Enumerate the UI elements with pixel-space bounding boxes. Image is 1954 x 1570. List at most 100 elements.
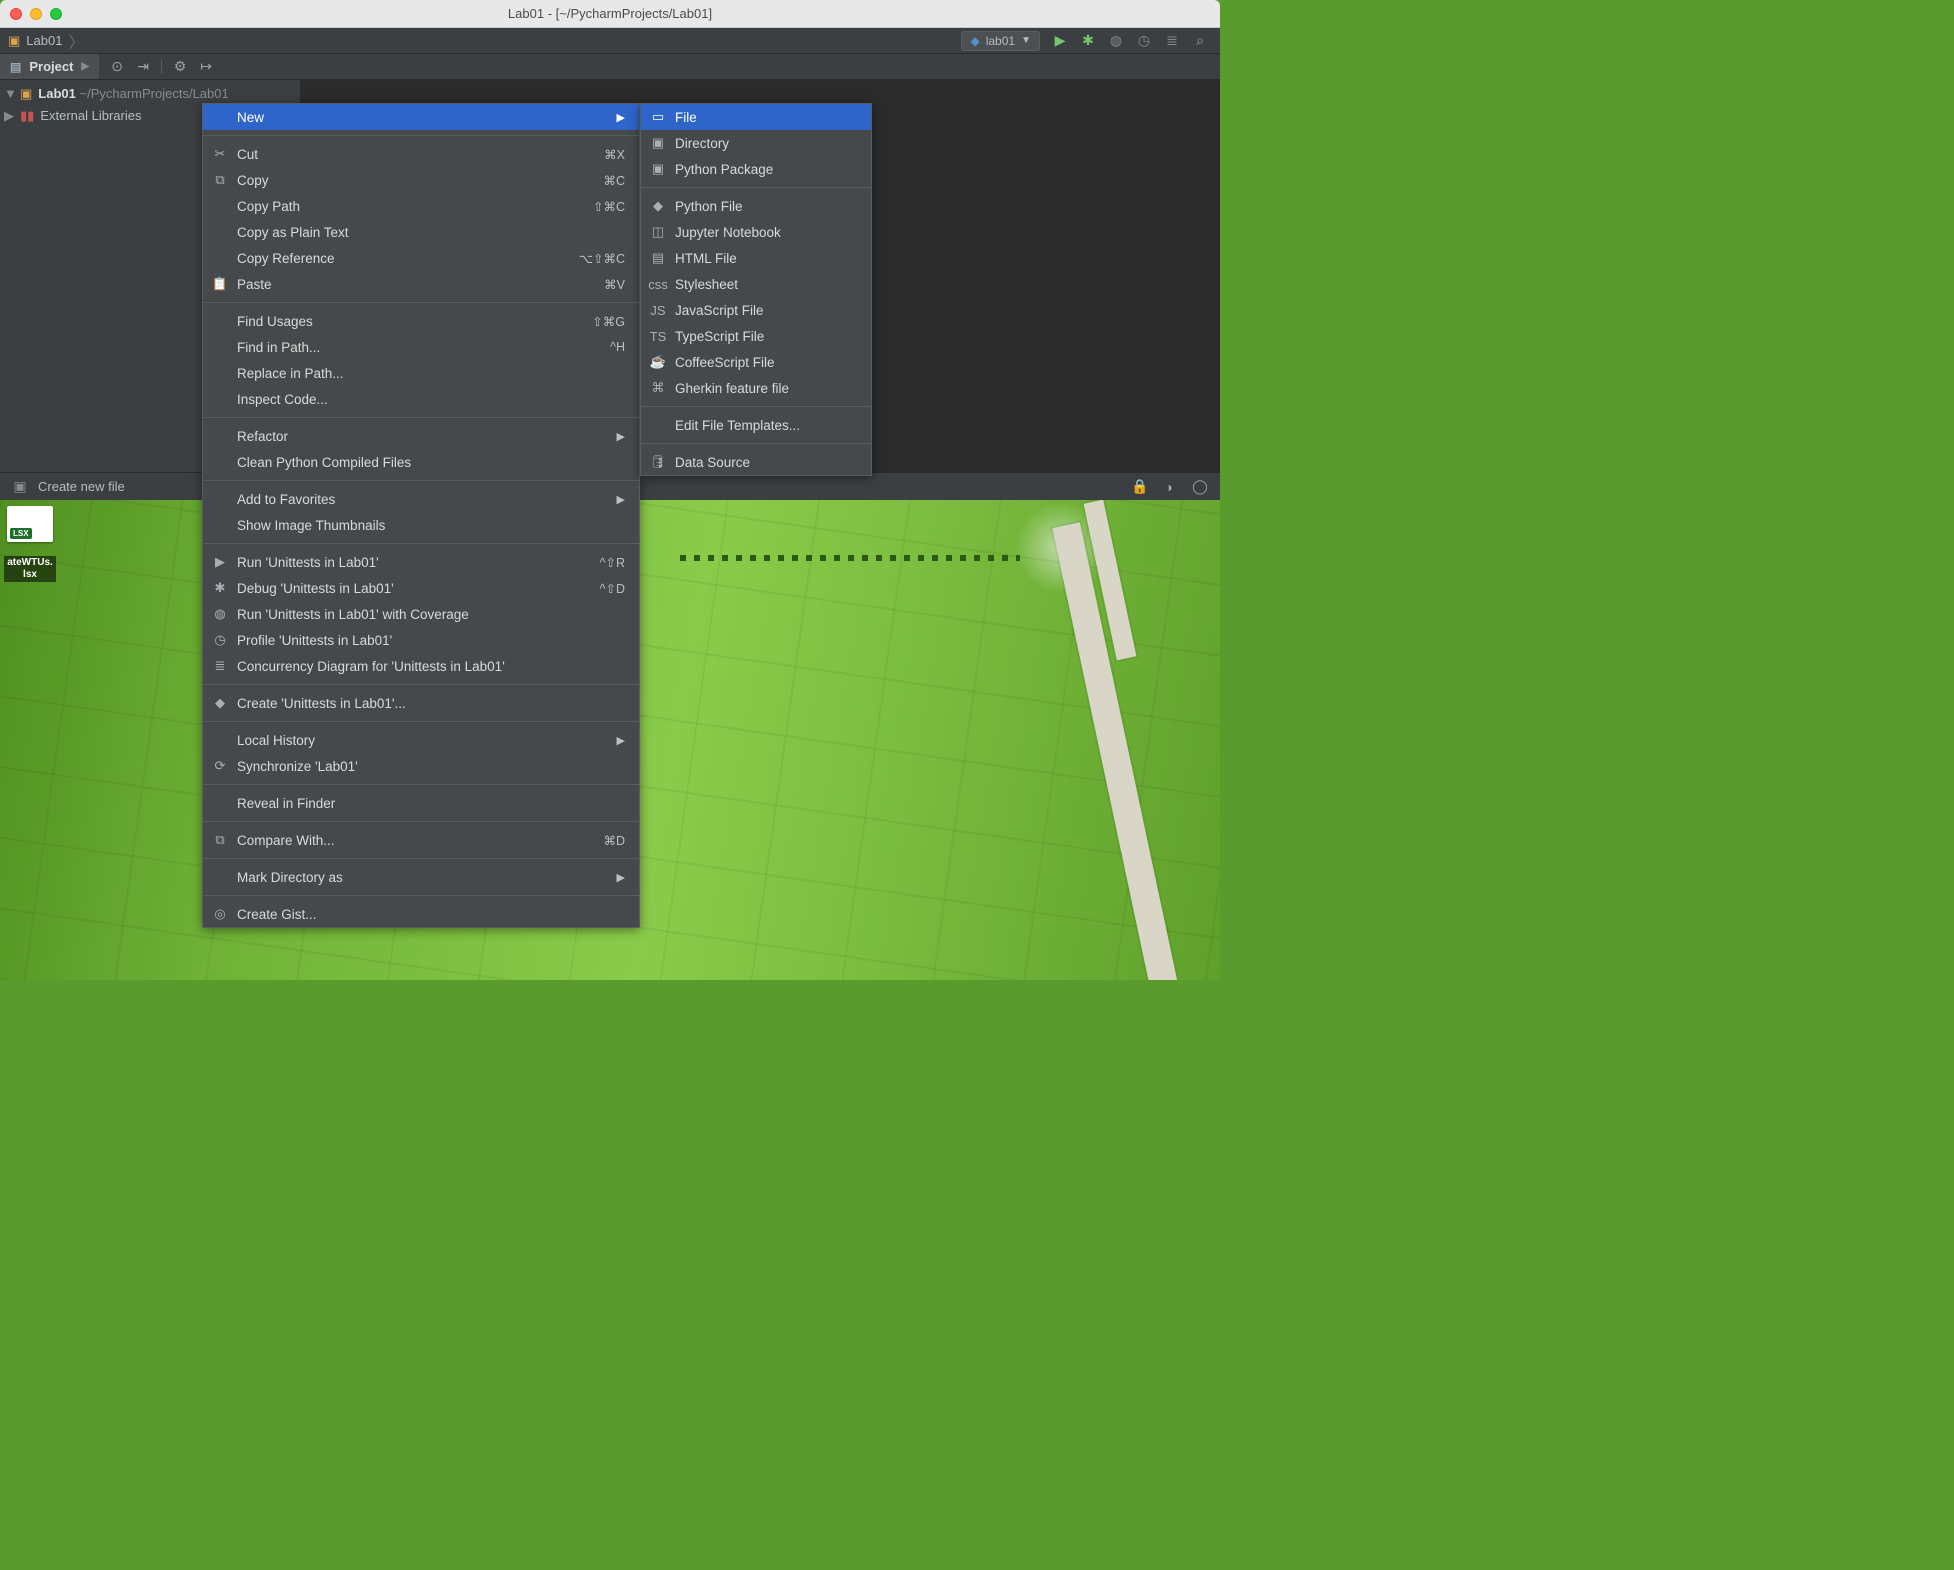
new-javascript-file[interactable]: JSJavaScript File	[641, 297, 871, 323]
new-jupyter-notebook[interactable]: ◫Jupyter Notebook	[641, 219, 871, 245]
project-root-name: Lab01	[38, 86, 76, 101]
lock-icon[interactable]: 🔒	[1132, 479, 1148, 495]
window-controls	[10, 8, 62, 20]
ctx-new[interactable]: New▶	[203, 104, 639, 130]
menu-item-shortcut: ^⇧R	[600, 555, 625, 570]
ctx-profile-unittests-in-lab01[interactable]: ◷Profile 'Unittests in Lab01'	[203, 627, 639, 653]
tool-window-strip: ▤ Project ▶ ⊙ ⇥ ⚙ ↦	[0, 54, 1220, 80]
breadcrumb[interactable]: ▣ Lab01 〉	[8, 29, 84, 53]
sync-icon: ⟳	[211, 758, 229, 774]
zoom-window-button[interactable]	[50, 8, 62, 20]
ctx-copy-as-plain-text[interactable]: Copy as Plain Text	[203, 219, 639, 245]
new-typescript-file[interactable]: TSTypeScript File	[641, 323, 871, 349]
close-window-button[interactable]	[10, 8, 22, 20]
debug-action-icon[interactable]: ✱	[1080, 33, 1096, 49]
profile-action-icon[interactable]: ◷	[1136, 33, 1152, 49]
run-action-icon[interactable]: ▶	[1052, 33, 1068, 49]
ctx-copy-path[interactable]: Copy Path⇧⌘C	[203, 193, 639, 219]
ctx-local-history[interactable]: Local History▶	[203, 727, 639, 753]
minimize-window-button[interactable]	[30, 8, 42, 20]
inspector-icon[interactable]: ◗	[1162, 479, 1178, 495]
project-view-icon: ▤	[10, 60, 21, 74]
new-data-source[interactable]: 🛢Data Source	[641, 449, 871, 475]
py-icon: ◆	[211, 695, 229, 711]
menu-item-label: New	[237, 110, 579, 125]
cmp-icon: ⧉	[211, 832, 229, 848]
expand-icon[interactable]: ▼	[4, 83, 14, 105]
new-gherkin-feature-file[interactable]: ⌘Gherkin feature file	[641, 375, 871, 401]
context-menu[interactable]: New▶✂Cut⌘X⧉Copy⌘CCopy Path⇧⌘CCopy as Pla…	[202, 103, 640, 928]
ctx-paste[interactable]: 📋Paste⌘V	[203, 271, 639, 297]
expand-icon[interactable]: ▶	[4, 105, 14, 127]
desktop-file-atewtus[interactable]: ateWTUs.lsx	[2, 556, 58, 582]
menu-item-label: Inspect Code...	[237, 392, 625, 407]
ctx-synchronize-lab01[interactable]: ⟳Synchronize 'Lab01'	[203, 753, 639, 779]
menu-item-label: Clean Python Compiled Files	[237, 455, 625, 470]
concurrency-action-icon[interactable]: ≣	[1164, 33, 1180, 49]
ctx-find-usages[interactable]: Find Usages⇧⌘G	[203, 308, 639, 334]
new-python-file[interactable]: ◆Python File	[641, 193, 871, 219]
ctx-clean-python-compiled-files[interactable]: Clean Python Compiled Files	[203, 449, 639, 475]
menu-item-label: Profile 'Unittests in Lab01'	[237, 633, 625, 648]
ctx-run-unittests-in-lab01[interactable]: ▶Run 'Unittests in Lab01'^⇧R	[203, 549, 639, 575]
ctx-create-gist[interactable]: ◎Create Gist...	[203, 901, 639, 927]
menu-item-label: Create Gist...	[237, 907, 625, 922]
ctx-cut[interactable]: ✂Cut⌘X	[203, 141, 639, 167]
new-stylesheet[interactable]: cssStylesheet	[641, 271, 871, 297]
menu-item-label: CoffeeScript File	[675, 355, 857, 370]
collapse-all-icon[interactable]: ⇥	[135, 59, 151, 75]
ctx-copy[interactable]: ⧉Copy⌘C	[203, 167, 639, 193]
new-edit-file-templates[interactable]: Edit File Templates...	[641, 412, 871, 438]
menu-divider	[641, 443, 871, 444]
ctx-create-unittests-in-lab01[interactable]: ◆Create 'Unittests in Lab01'...	[203, 690, 639, 716]
ctx-inspect-code[interactable]: Inspect Code...	[203, 386, 639, 412]
ctx-add-to-favorites[interactable]: Add to Favorites▶	[203, 486, 639, 512]
js-icon: JS	[649, 303, 667, 318]
menu-item-label: Mark Directory as	[237, 870, 579, 885]
ctx-concurrency-diagram-for-unittests-in-lab01[interactable]: ≣Concurrency Diagram for 'Unittests in L…	[203, 653, 639, 679]
navigation-bar: ▣ Lab01 〉 ◆ lab01 ▼ ▶ ✱ ◍ ◷ ≣ ⌕	[0, 28, 1220, 54]
new-directory[interactable]: ▣Directory	[641, 130, 871, 156]
new-file[interactable]: ▭File	[641, 104, 871, 130]
ctx-debug-unittests-in-lab01[interactable]: ✱Debug 'Unittests in Lab01'^⇧D	[203, 575, 639, 601]
ctx-reveal-in-finder[interactable]: Reveal in Finder	[203, 790, 639, 816]
gear-icon[interactable]: ⚙	[172, 59, 188, 75]
menu-item-label: Data Source	[675, 455, 857, 470]
desktop-file-xlsx[interactable]: LSX	[2, 506, 58, 544]
run-config-label: lab01	[986, 34, 1015, 48]
new-python-package[interactable]: ▣Python Package	[641, 156, 871, 182]
ctx-mark-directory-as[interactable]: Mark Directory as▶	[203, 864, 639, 890]
status-quick-access-icon[interactable]: ▣	[12, 479, 28, 495]
gh-icon: ⌘	[649, 380, 667, 396]
menu-item-shortcut: ⌥⇧⌘C	[579, 251, 625, 266]
project-tool-tab[interactable]: ▤ Project ▶	[0, 54, 99, 79]
external-libraries-label: External Libraries	[40, 105, 141, 127]
new-coffeescript-file[interactable]: ☕CoffeeScript File	[641, 349, 871, 375]
window-title: Lab01 - [~/PycharmProjects/Lab01]	[508, 6, 712, 21]
chevron-right-icon: ▶	[617, 493, 625, 506]
scroll-from-source-icon[interactable]: ⊙	[109, 59, 125, 75]
ctx-run-unittests-in-lab01-with-coverage[interactable]: ◍Run 'Unittests in Lab01' with Coverage	[203, 601, 639, 627]
ctx-refactor[interactable]: Refactor▶	[203, 423, 639, 449]
search-icon[interactable]: ⌕	[1192, 33, 1208, 49]
menu-item-label: Run 'Unittests in Lab01' with Coverage	[237, 607, 625, 622]
menu-item-shortcut: ⌘C	[603, 173, 625, 188]
menu-item-label: Reveal in Finder	[237, 796, 625, 811]
ctx-compare-with[interactable]: ⧉Compare With...⌘D	[203, 827, 639, 853]
ctx-copy-reference[interactable]: Copy Reference⌥⇧⌘C	[203, 245, 639, 271]
bug-icon: ✱	[211, 580, 229, 596]
ctx-show-image-thumbnails[interactable]: Show Image Thumbnails	[203, 512, 639, 538]
run-configuration-selector[interactable]: ◆ lab01 ▼	[961, 31, 1040, 51]
new-submenu[interactable]: ▭File▣Directory▣Python Package ◆Python Fi…	[640, 103, 872, 476]
file-icon: ▭	[649, 109, 667, 125]
feedback-icon[interactable]: ◯	[1192, 479, 1208, 495]
menu-item-label: Run 'Unittests in Lab01'	[237, 555, 562, 570]
menu-item-label: Refactor	[237, 429, 579, 444]
new-html-file[interactable]: ▤HTML File	[641, 245, 871, 271]
menu-item-shortcut: ^⇧D	[600, 581, 625, 596]
coverage-action-icon[interactable]: ◍	[1108, 33, 1124, 49]
ctx-find-in-path[interactable]: Find in Path...^H	[203, 334, 639, 360]
ctx-replace-in-path[interactable]: Replace in Path...	[203, 360, 639, 386]
project-root-node[interactable]: ▼ ▣ Lab01 ~/PycharmProjects/Lab01	[0, 83, 300, 105]
hide-tool-window-icon[interactable]: ↦	[198, 59, 214, 75]
